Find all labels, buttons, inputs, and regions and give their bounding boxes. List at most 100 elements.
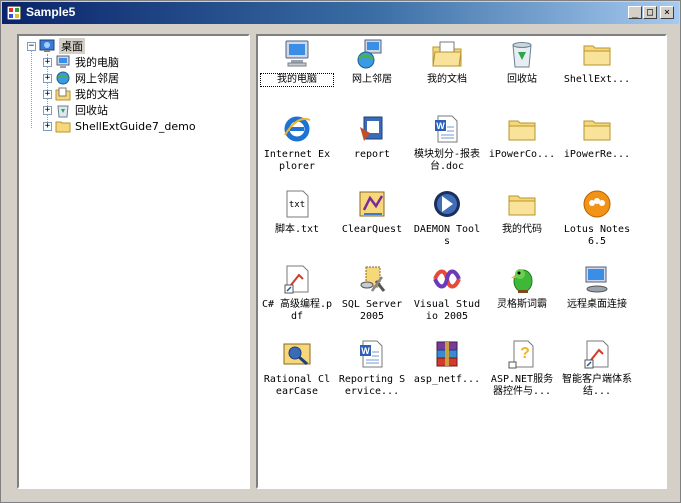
- tree-node-my-computer[interactable]: + 我的电脑: [43, 54, 119, 70]
- window-title: Sample5: [26, 5, 76, 19]
- list-item[interactable]: 回收站: [486, 38, 558, 110]
- expand-expander-icon[interactable]: +: [43, 57, 52, 67]
- list-item[interactable]: Lotus Notes 6.5: [561, 188, 633, 260]
- list-item-label: Visual Studio 2005: [413, 299, 481, 322]
- my-documents-icon: [432, 41, 462, 67]
- text-file-icon: txt: [286, 190, 309, 218]
- list-item-label: 远程桌面连接: [567, 299, 627, 310]
- title-bar[interactable]: Sample5 _ □ ×: [2, 2, 679, 24]
- list-item-label: Internet Explorer: [263, 149, 331, 172]
- list-item[interactable]: SQL Server 2005: [336, 263, 408, 335]
- list-item-label: 我的文档: [427, 74, 467, 85]
- tree-node-network[interactable]: + 网上邻居: [43, 70, 119, 86]
- my-computer-icon: [285, 40, 309, 67]
- winrar-archive-icon: [436, 341, 458, 367]
- list-item-label: C# 高级编程.pdf: [261, 299, 333, 322]
- daemon-tools-icon: [434, 191, 460, 217]
- list-item-label: Reporting Service...: [338, 374, 406, 397]
- list-item[interactable]: 灵格斯词霸: [486, 263, 558, 335]
- list-item[interactable]: C# 高级编程.pdf: [261, 263, 333, 335]
- close-button[interactable]: ×: [660, 6, 674, 19]
- visual-studio-icon: [433, 269, 461, 289]
- application-icon: [7, 6, 21, 20]
- lingoes-parrot-icon: [511, 269, 533, 293]
- list-item[interactable]: Internet Explorer: [261, 113, 333, 185]
- tree-node-my-documents[interactable]: + 我的文档: [43, 86, 119, 102]
- list-item[interactable]: W Reporting Service...: [336, 338, 408, 410]
- tree-node-recycle-bin[interactable]: + 回收站: [43, 102, 108, 118]
- word-document-icon: W: [435, 115, 458, 143]
- list-item-label: 智能客户端体系结...: [562, 374, 632, 397]
- list-item[interactable]: Visual Studio 2005: [411, 263, 483, 335]
- list-item[interactable]: asp_netf...: [411, 338, 483, 410]
- svg-text:?: ?: [520, 345, 530, 362]
- network-icon: [56, 71, 70, 85]
- clearquest-icon: [359, 191, 385, 217]
- application-window: Sample5 _ □ × − 桌面 + 我的电脑 + 网上邻居 + 我的文档 …: [0, 0, 681, 503]
- list-item-label: ShellExt...: [563, 74, 631, 85]
- word-document-icon: W: [360, 340, 383, 368]
- tree-connector-line: [31, 50, 32, 128]
- report-icon: [360, 116, 383, 141]
- file-icon-list-view[interactable]: 我的电脑 网上邻居 我的文档 回收站 ShellExt... Internet Explo…: [256, 34, 667, 489]
- list-item-label: 网上邻居: [352, 74, 392, 85]
- tree-node-desktop[interactable]: − 桌面: [27, 38, 85, 54]
- tree-label: 回收站: [75, 104, 108, 117]
- expand-expander-icon[interactable]: +: [43, 89, 52, 99]
- folder-icon: [583, 120, 611, 141]
- svg-text:W: W: [361, 346, 370, 356]
- svg-text:W: W: [436, 121, 445, 131]
- list-item[interactable]: report: [336, 113, 408, 185]
- recycle-bin-icon: [512, 42, 532, 68]
- svg-text:txt: txt: [289, 200, 305, 210]
- network-icon: [357, 39, 382, 69]
- help-file-icon: ?: [508, 340, 534, 369]
- lotus-notes-icon: [583, 190, 611, 218]
- folder-icon: [583, 45, 611, 66]
- list-item[interactable]: ShellExt...: [561, 38, 633, 110]
- tree-label: 我的文档: [75, 88, 119, 101]
- list-item-label: iPowerRe...: [563, 149, 631, 160]
- list-item[interactable]: 我的电脑: [260, 38, 334, 110]
- my-computer-icon: [56, 55, 70, 68]
- list-item-label: 灵格斯词霸: [497, 299, 547, 310]
- list-item-label: 脚本.txt: [274, 224, 320, 235]
- expand-expander-icon[interactable]: +: [43, 73, 52, 83]
- list-item-label: 我的代码: [502, 224, 542, 235]
- folder-icon: [55, 121, 71, 133]
- list-item[interactable]: txt 脚本.txt: [261, 188, 333, 260]
- tree-node-shellextguide7-demo[interactable]: + ShellExtGuide7_demo: [43, 118, 196, 134]
- list-item-label: ASP.NET服务器控件与...: [490, 374, 554, 397]
- tree-label: ShellExtGuide7_demo: [75, 119, 196, 133]
- list-item[interactable]: W 模块划分-报表台.doc: [411, 113, 483, 185]
- remote-desktop-icon: [585, 266, 608, 293]
- list-item[interactable]: ? ASP.NET服务器控件与...: [486, 338, 558, 410]
- list-item-label: Rational ClearCase: [263, 374, 331, 397]
- list-item-label: asp_netf...: [413, 374, 481, 385]
- collapse-expander-icon[interactable]: −: [27, 41, 36, 51]
- list-item[interactable]: 远程桌面连接: [561, 263, 633, 335]
- desktop-icon: [39, 39, 55, 52]
- expand-expander-icon[interactable]: +: [43, 121, 52, 131]
- expand-expander-icon[interactable]: +: [43, 105, 52, 115]
- list-item[interactable]: ClearQuest: [336, 188, 408, 260]
- list-item-label: 回收站: [507, 74, 537, 85]
- tree-label: 网上邻居: [75, 72, 119, 85]
- list-item-label: Lotus Notes 6.5: [563, 224, 631, 247]
- list-item[interactable]: iPowerRe...: [561, 113, 633, 185]
- list-item[interactable]: 我的文档: [411, 38, 483, 110]
- list-item[interactable]: 智能客户端体系结...: [561, 338, 633, 410]
- list-item-label: 模块划分-报表台.doc: [413, 149, 481, 172]
- list-item[interactable]: iPowerCo...: [486, 113, 558, 185]
- list-item[interactable]: Rational ClearCase: [261, 338, 333, 410]
- clearcase-icon: [283, 343, 311, 366]
- list-item-label: iPowerCo...: [488, 149, 556, 160]
- list-item[interactable]: DAEMON Tools: [411, 188, 483, 260]
- maximize-button[interactable]: □: [643, 6, 657, 19]
- list-item[interactable]: 我的代码: [486, 188, 558, 260]
- my-documents-icon: [55, 87, 71, 101]
- list-item[interactable]: 网上邻居: [336, 38, 408, 110]
- folder-tree-view[interactable]: − 桌面 + 我的电脑 + 网上邻居 + 我的文档 + 回收站 + ShellE…: [17, 34, 250, 489]
- minimize-button[interactable]: _: [628, 6, 642, 19]
- list-item-label: report: [353, 149, 391, 160]
